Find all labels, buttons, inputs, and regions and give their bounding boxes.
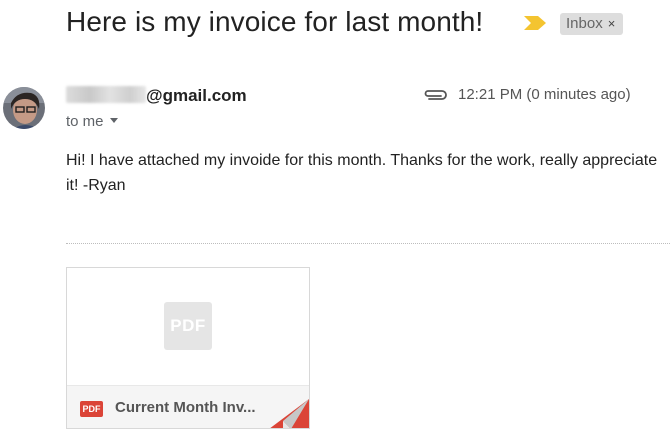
sender-address[interactable]: @gmail.com	[66, 86, 247, 106]
label-chip-text: Inbox	[566, 15, 603, 32]
page-fold-corner-icon	[270, 399, 309, 428]
attachments-divider	[66, 243, 670, 244]
attachment-thumbnail[interactable]: PDF	[67, 268, 309, 385]
pdf-file-icon: PDF	[80, 401, 103, 417]
paperclip-icon	[424, 90, 447, 100]
email-body: Hi! I have attached my invoide for this …	[66, 152, 658, 194]
attachment-footer[interactable]: PDF Current Month Inv...	[67, 385, 309, 428]
attachment-filename: Current Month Inv...	[115, 399, 256, 416]
redacted-username	[66, 86, 146, 103]
email-subject: Here is my invoice for last month!	[66, 6, 484, 37]
label-chip-inbox: Inbox ×	[560, 13, 624, 35]
recipient-text: to me	[66, 113, 104, 130]
importance-marker-icon[interactable]	[524, 16, 546, 30]
recipient-details-toggle[interactable]: to me	[66, 113, 118, 130]
attachment-card[interactable]: PDF PDF Current Month Inv...	[66, 267, 310, 429]
email-timestamp: 12:21 PM (0 minutes ago)	[458, 86, 631, 103]
remove-label-icon[interactable]: ×	[608, 16, 616, 31]
chevron-down-icon	[109, 118, 118, 123]
sender-domain: @gmail.com	[146, 86, 247, 105]
email-view: Here is my invoice for last month! Inbox…	[0, 0, 670, 437]
sender-avatar[interactable]	[3, 87, 45, 129]
pdf-thumbnail-icon: PDF	[164, 302, 212, 350]
